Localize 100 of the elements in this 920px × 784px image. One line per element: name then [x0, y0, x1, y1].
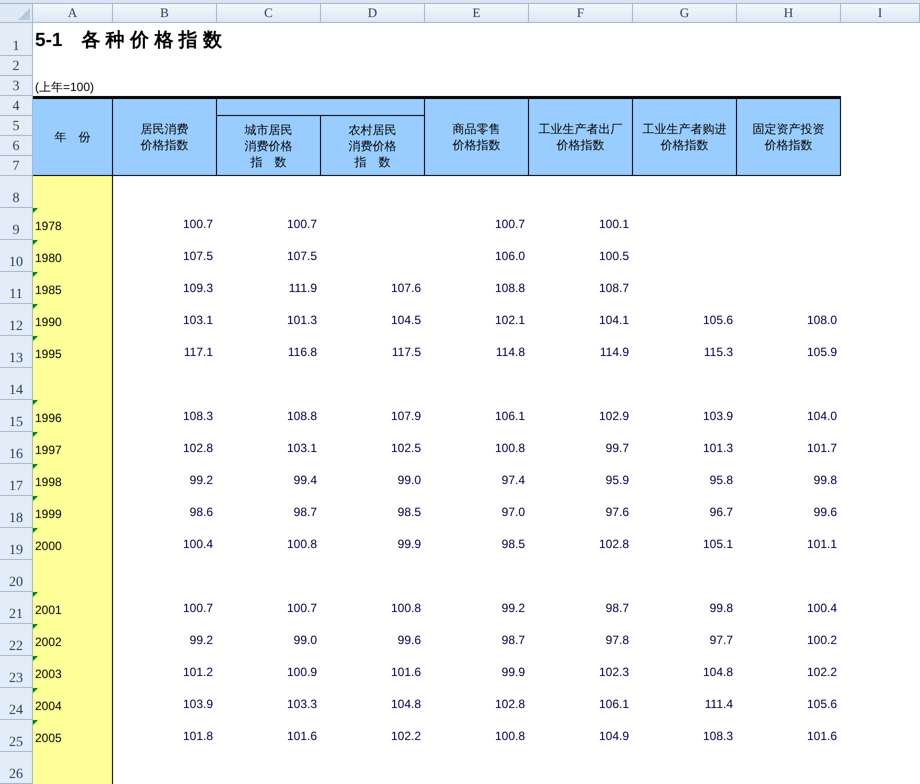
table-cell-text: 100.9: [286, 664, 318, 681]
table-cell-text: 102.1: [494, 312, 526, 329]
table-cell-text: 98.5: [500, 536, 526, 553]
table-cell-text: 102.8: [598, 536, 630, 553]
row-header[interactable]: 4: [0, 96, 33, 116]
table-cell-text: 98.5: [396, 504, 422, 521]
row-header[interactable]: 20: [0, 560, 33, 592]
table-cell-text: 95.9: [604, 472, 630, 489]
row-header[interactable]: 25: [0, 720, 33, 752]
table-cell-text: 97.4: [500, 472, 526, 489]
year-cell: 2001: [33, 592, 113, 624]
row-header[interactable]: 19: [0, 528, 33, 560]
table-cell-text: 101.6: [806, 728, 838, 745]
column-header[interactable]: F: [529, 4, 633, 23]
table-cell-text: 96.7: [708, 504, 734, 521]
row-header[interactable]: 9: [0, 208, 33, 240]
table-cell-text: 105.6: [702, 312, 734, 329]
year-cell: 2003: [33, 656, 113, 688]
table-cell-text: 104.8: [702, 664, 734, 681]
row-header[interactable]: 5: [0, 116, 33, 136]
error-indicator-icon: [33, 272, 38, 277]
table-cell-text: 101.3: [286, 312, 318, 329]
header-text: 农村居民: [348, 122, 396, 138]
column-header[interactable]: C: [217, 4, 321, 23]
header-text: 价格指数: [452, 137, 500, 153]
table-cell-text: 104.8: [390, 696, 422, 713]
column-header[interactable]: G: [633, 4, 737, 23]
table-cell-text: 106.0: [494, 248, 526, 265]
row-header[interactable]: 24: [0, 688, 33, 720]
table-cell-text: 108.8: [286, 408, 318, 425]
table-cell-text: 101.3: [702, 440, 734, 457]
year-cell: 1999: [33, 496, 113, 528]
row-header[interactable]: 1: [0, 23, 33, 56]
row-header[interactable]: 15: [0, 400, 33, 432]
header-text: 指 数: [250, 154, 286, 170]
row-header[interactable]: 8: [0, 176, 33, 208]
column-header[interactable]: B: [113, 4, 217, 23]
table-cell-text: 100.1: [598, 216, 630, 233]
table-cell-text: 99.2: [188, 472, 214, 489]
header-text: 工业生产者购进: [642, 121, 726, 137]
sheet-title: 5-1 各 种 价 格 指 数: [34, 29, 223, 54]
table-cell-text: 103.9: [702, 408, 734, 425]
header-text: 指 数: [354, 154, 390, 170]
column-header[interactable]: E: [425, 4, 529, 23]
table-cell-text: 102.8: [182, 440, 214, 457]
row-header[interactable]: 6: [0, 136, 33, 156]
table-cell-text: 102.9: [598, 408, 630, 425]
row-header[interactable]: 18: [0, 496, 33, 528]
error-indicator-icon: [33, 208, 38, 213]
table-cell-text: 98.7: [604, 600, 630, 617]
error-indicator-icon: [33, 464, 38, 469]
table-cell-text: 100.8: [494, 728, 526, 745]
row-header[interactable]: 12: [0, 304, 33, 336]
header-text: 消费价格: [348, 138, 396, 154]
year-cell: 2005: [33, 720, 113, 752]
column-header[interactable]: H: [737, 4, 841, 23]
table-cell-text: 99.9: [500, 664, 526, 681]
table-cell-text: 100.8: [286, 536, 318, 553]
row-header[interactable]: 7: [0, 156, 33, 176]
corner-triangle-icon: [18, 8, 30, 20]
row-header[interactable]: 22: [0, 624, 33, 656]
row-header[interactable]: 16: [0, 432, 33, 464]
table-cell-text: 99.2: [500, 600, 526, 617]
row-header[interactable]: 2: [0, 56, 33, 76]
row-header[interactable]: 26: [0, 752, 33, 784]
table-cell-text: 101.8: [182, 728, 214, 745]
select-all-corner[interactable]: [0, 4, 33, 23]
error-indicator-icon: [33, 720, 38, 725]
row-header[interactable]: 11: [0, 272, 33, 304]
table-cell-text: 107.5: [182, 248, 214, 265]
row-header[interactable]: 3: [0, 76, 33, 96]
row-header[interactable]: 13: [0, 336, 33, 368]
table-cell-text: 117.5: [390, 344, 422, 361]
header-text: 固定资产投资: [752, 121, 824, 137]
table-cell-text: 105.1: [702, 536, 734, 553]
row-header[interactable]: 10: [0, 240, 33, 272]
row-header[interactable]: 14: [0, 368, 33, 400]
year-cell: 1995: [33, 336, 113, 368]
error-indicator-icon: [33, 400, 38, 405]
table-cell-text: 97.8: [604, 632, 630, 649]
column-header[interactable]: D: [321, 4, 425, 23]
table-cell-text: 99.2: [188, 632, 214, 649]
table-cell-text: 103.3: [286, 696, 318, 713]
row-header[interactable]: 23: [0, 656, 33, 688]
column-header[interactable]: A: [33, 4, 113, 23]
error-indicator-icon: [33, 656, 38, 661]
year-cell: 2002: [33, 624, 113, 656]
table-cell-text: 100.8: [390, 600, 422, 617]
header-text: 工业生产者出厂: [538, 121, 622, 137]
table-cell-text: 111.9: [288, 280, 318, 297]
error-indicator-icon: [33, 304, 38, 309]
table-cell-text: 103.9: [182, 696, 214, 713]
row-header[interactable]: 21: [0, 592, 33, 624]
table-cell-text: 100.7: [494, 216, 526, 233]
year-cell: 1997: [33, 432, 113, 464]
table-cell-text: 109.3: [182, 280, 214, 297]
column-header[interactable]: I: [841, 4, 920, 23]
row-header[interactable]: 17: [0, 464, 33, 496]
table-cell-text: 100.4: [182, 536, 214, 553]
table-cell-text: 100.7: [286, 600, 318, 617]
